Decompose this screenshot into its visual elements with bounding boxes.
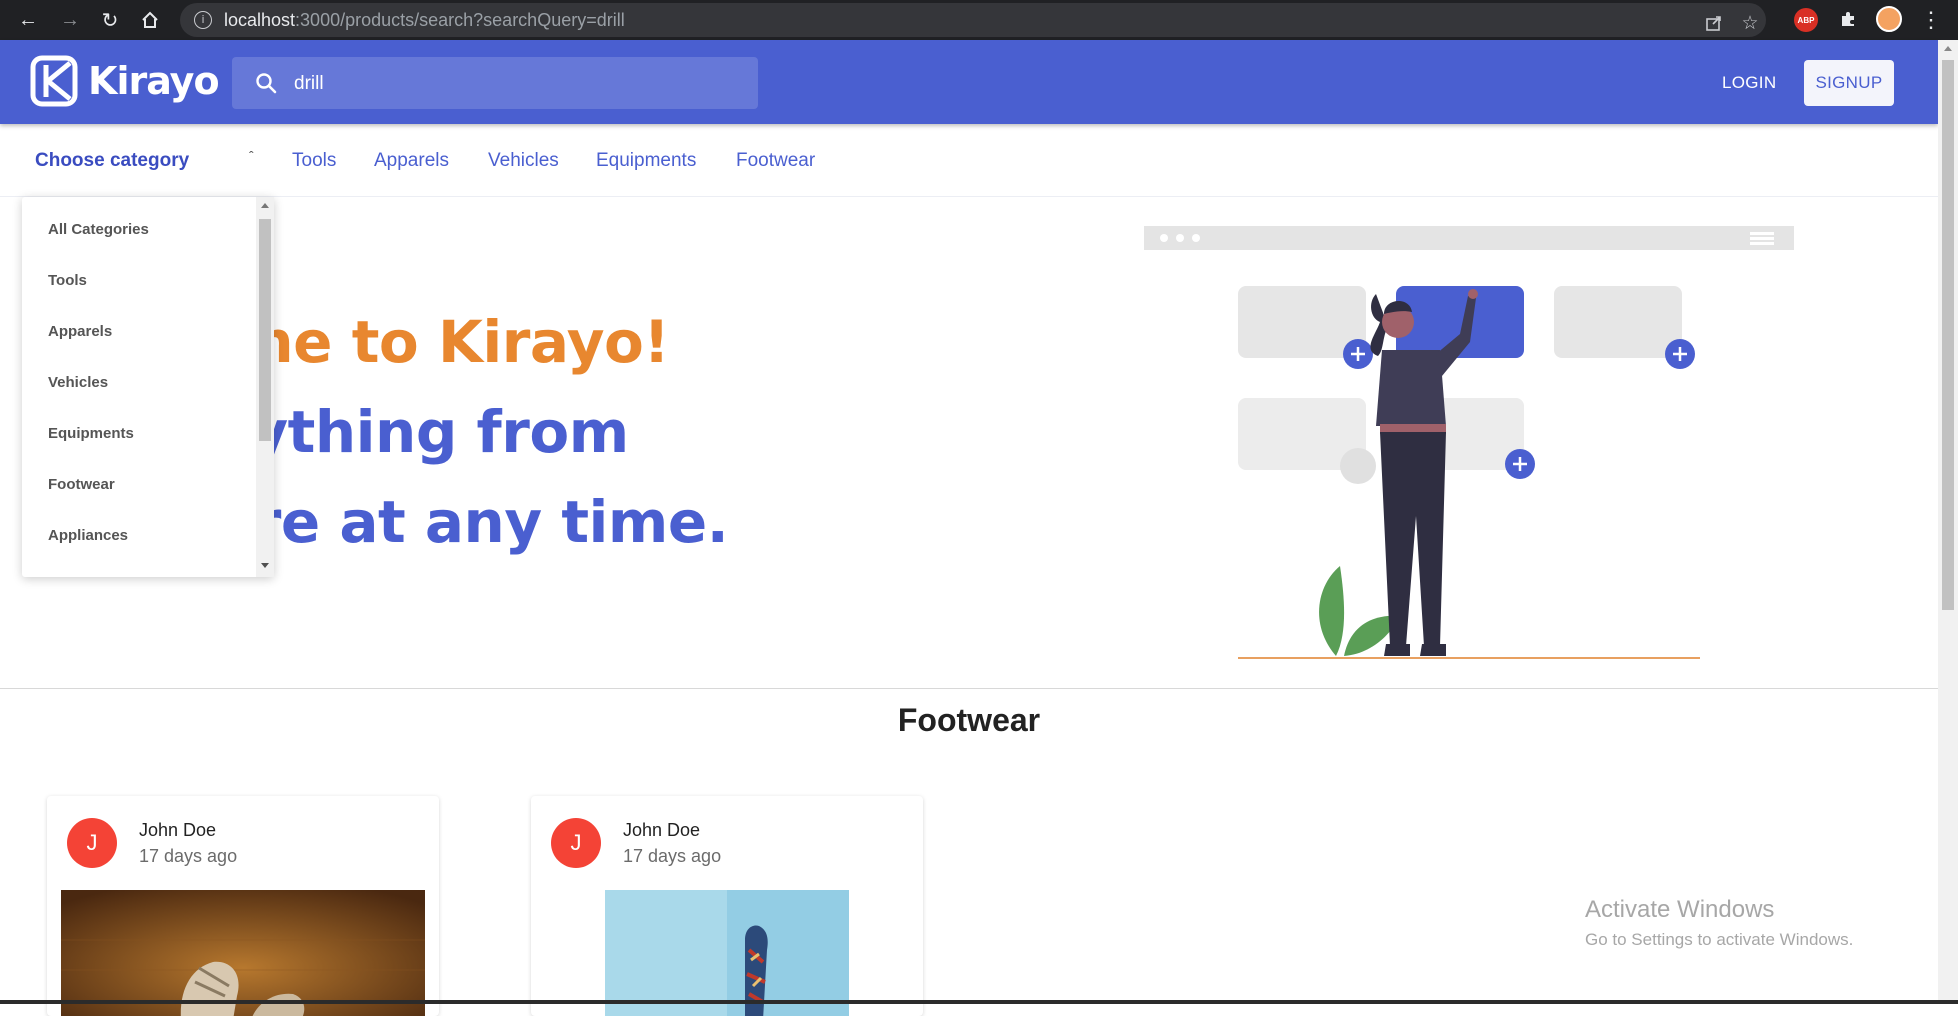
brand-name: Kirayo (88, 59, 220, 103)
url-host: localhost (224, 10, 296, 30)
watermark-title: Activate Windows (1585, 896, 1775, 923)
product-image[interactable] (605, 890, 849, 1016)
forward-arrow-icon[interactable]: → (56, 6, 84, 34)
search-input[interactable] (292, 67, 736, 101)
login-button[interactable]: LOGIN (1710, 60, 1788, 106)
hero-illustration (1144, 226, 1794, 659)
category-bar: Choose category ˆ Tools Apparels Vehicle… (0, 124, 1938, 197)
product-card[interactable]: J John Doe 17 days ago (47, 796, 439, 1016)
category-dropdown: All Categories Tools Apparels Vehicles E… (22, 197, 274, 577)
avatar: J (551, 818, 601, 868)
taskbar-edge (0, 1000, 1958, 1004)
product-image[interactable] (61, 890, 425, 1016)
abp-label: ABP (1797, 15, 1815, 25)
chevron-up-icon[interactable]: ˆ (249, 148, 254, 164)
bookmark-star-icon[interactable]: ☆ (1736, 9, 1764, 37)
page-scroll-thumb[interactable] (1942, 60, 1954, 610)
dropdown-item-all-categories[interactable]: All Categories (48, 221, 149, 238)
scroll-up-arrow-icon[interactable] (261, 203, 269, 208)
card-timestamp: 17 days ago (623, 846, 722, 866)
search-icon (256, 73, 277, 94)
browser-menu-icon[interactable]: ⋮ (1918, 6, 1944, 34)
page-scrollbar[interactable] (1938, 40, 1958, 1004)
extensions-icon[interactable] (1835, 6, 1861, 32)
activate-windows-watermark: Activate Windows Go to Settings to activ… (1585, 896, 1853, 950)
avatar: J (67, 818, 117, 868)
card-timestamp: 17 days ago (139, 846, 238, 866)
dropdown-item-vehicles[interactable]: Vehicles (48, 374, 108, 391)
category-link-equipments[interactable]: Equipments (596, 150, 696, 172)
scroll-down-arrow-icon[interactable] (261, 563, 269, 568)
section-title: Footwear (897, 702, 1041, 738)
back-arrow-icon[interactable]: ← (14, 6, 42, 34)
browser-toolbar: ← → ↻ i localhost:3000/products/search?s… (0, 0, 1958, 40)
card-user-name: John Doe (623, 820, 701, 840)
dropdown-item-footwear[interactable]: Footwear (48, 476, 115, 493)
scroll-up-arrow-icon[interactable] (1944, 46, 1952, 51)
signup-button[interactable]: SIGNUP (1804, 60, 1894, 106)
reload-icon[interactable]: ↻ (96, 6, 124, 34)
product-card[interactable]: J John Doe 17 days ago (531, 796, 923, 1016)
app-header: Kirayo LOGIN SIGNUP (0, 40, 1938, 124)
share-icon[interactable] (1700, 9, 1728, 37)
home-icon[interactable] (136, 6, 164, 34)
url-path: :3000/products/search?searchQuery=drill (295, 10, 625, 30)
category-link-footwear[interactable]: Footwear (736, 150, 815, 172)
category-link-tools[interactable]: Tools (292, 150, 336, 172)
dropdown-item-appliances[interactable]: Appliances (48, 527, 128, 544)
dropdown-scrollbar[interactable] (256, 197, 274, 577)
address-url[interactable]: localhost:3000/products/search?searchQue… (224, 10, 625, 31)
category-link-apparels[interactable]: Apparels (374, 150, 449, 172)
dropdown-item-tools[interactable]: Tools (48, 272, 87, 289)
choose-category-select[interactable]: Choose category (35, 150, 189, 172)
hero-banner: come to Kirayo! t anything from where at… (0, 196, 1938, 689)
dropdown-item-apparels[interactable]: Apparels (48, 323, 112, 340)
profile-avatar-icon[interactable] (1876, 6, 1902, 32)
site-info-icon[interactable]: i (194, 11, 212, 29)
dropdown-scroll-thumb[interactable] (259, 219, 271, 441)
kirayo-logo-icon (30, 55, 78, 107)
watermark-subtitle: Go to Settings to activate Windows. (1585, 930, 1854, 949)
card-user-name: John Doe (139, 820, 217, 840)
logo[interactable]: Kirayo (30, 55, 220, 107)
category-link-vehicles[interactable]: Vehicles (488, 150, 559, 172)
adblock-extension-icon[interactable]: ABP (1794, 8, 1818, 32)
address-bar[interactable]: i localhost:3000/products/search?searchQ… (180, 3, 1766, 37)
search-box[interactable] (232, 57, 758, 109)
dropdown-item-equipments[interactable]: Equipments (48, 425, 134, 442)
